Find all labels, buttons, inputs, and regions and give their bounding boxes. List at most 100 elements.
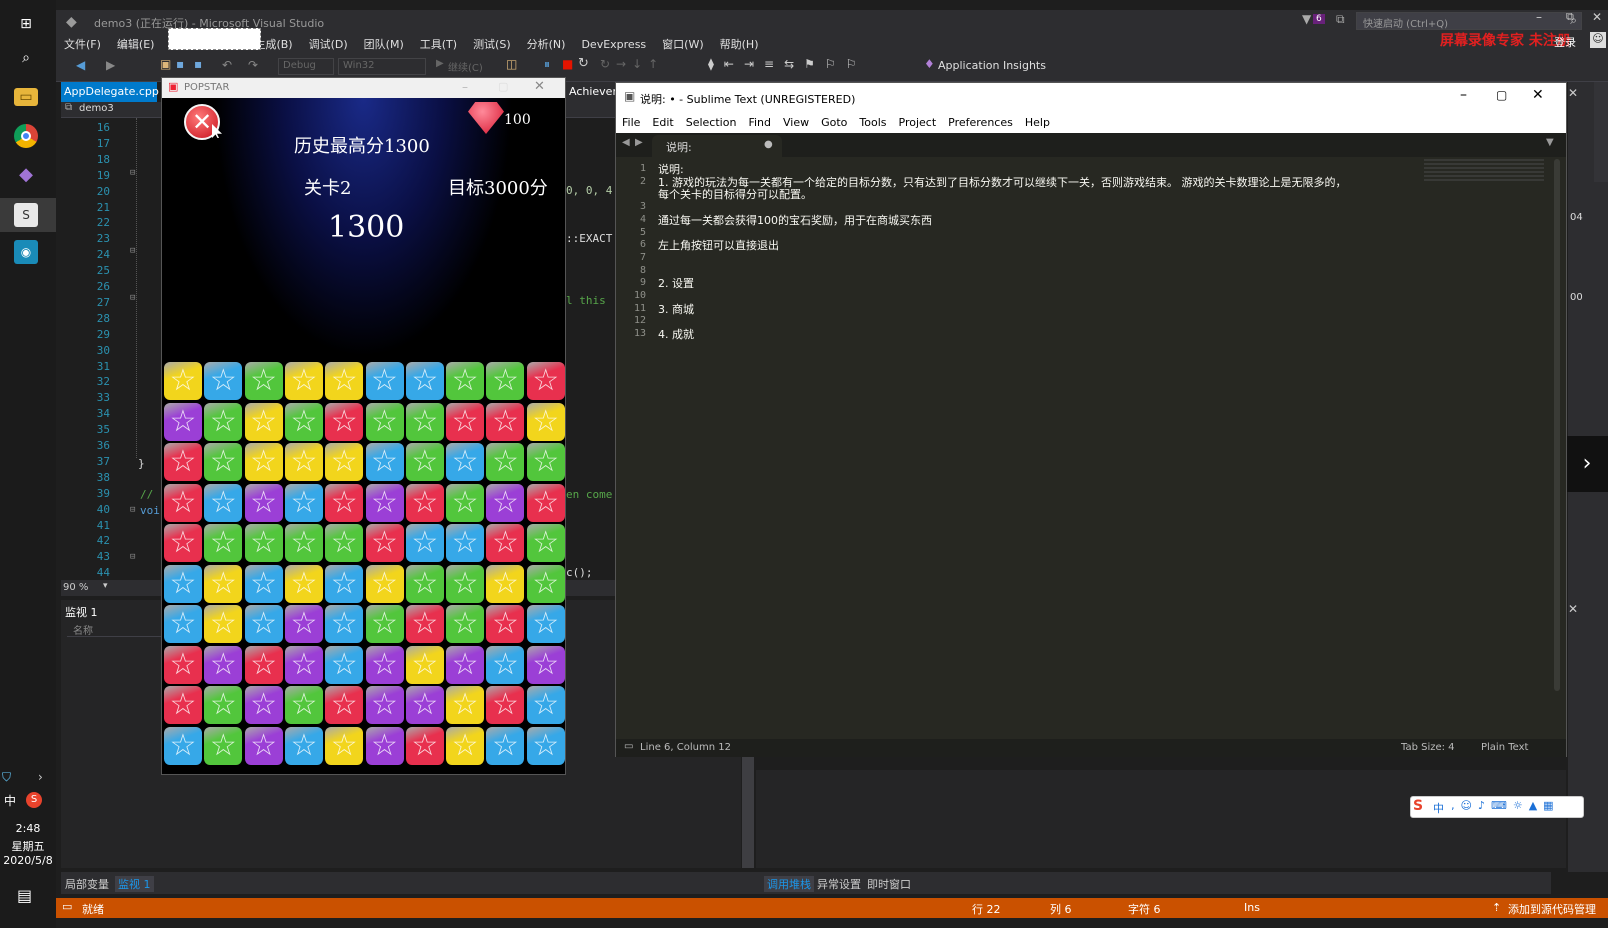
quick-launch-input[interactable]: 快速启动 (Ctrl+Q) ⌕ [1356, 12, 1582, 30]
visual-studio-icon[interactable]: ◆ [14, 162, 38, 186]
star-tile[interactable]: ☆ [526, 483, 565, 522]
menu-test[interactable]: 测试(S) [473, 36, 511, 52]
menu-edit[interactable]: Edit [652, 116, 673, 129]
star-tile[interactable]: ☆ [244, 524, 283, 562]
tab-exception-settings[interactable]: 异常设置 [817, 876, 861, 892]
star-tile[interactable]: ☆ [365, 645, 404, 684]
star-tile[interactable]: ☆ [244, 645, 283, 684]
break-all-icon[interactable]: ⏸ [544, 57, 550, 72]
menu-preferences[interactable]: Preferences [948, 116, 1013, 129]
star-tile[interactable]: ☆ [446, 726, 485, 765]
star-tile[interactable]: ☆ [325, 402, 364, 441]
add-to-source-control[interactable]: 添加到源代码管理 [1508, 901, 1596, 917]
tab-watch1[interactable]: 监视 1 [115, 876, 154, 892]
undo-icon[interactable]: ↶ [222, 58, 232, 72]
menu-analyze[interactable]: 分析(N) [527, 36, 566, 52]
minimize-icon[interactable]: – [1536, 10, 1542, 24]
star-tile[interactable]: ☆ [244, 402, 283, 441]
star-tile[interactable]: ☆ [204, 686, 243, 724]
fold-marker[interactable]: ⊟ [130, 505, 135, 515]
star-tile[interactable]: ☆ [164, 645, 202, 684]
star-tile[interactable]: ☆ [244, 362, 283, 400]
star-tile[interactable]: ☆ [526, 564, 565, 603]
star-tile[interactable]: ☆ [365, 402, 404, 441]
star-tile[interactable]: ☆ [405, 524, 444, 562]
star-tile[interactable]: ☆ [284, 726, 323, 765]
back-icon[interactable]: ◀ [76, 58, 85, 72]
application-insights-button[interactable]: Application Insights [938, 59, 1046, 72]
restart-icon[interactable]: ↻ [578, 56, 589, 71]
star-tile[interactable]: ☆ [284, 483, 323, 522]
star-tile[interactable]: ☆ [325, 564, 364, 603]
panel-close-icon-2[interactable]: ✕ [1568, 602, 1578, 616]
step-icons[interactable]: ↻→↓↑ [600, 57, 664, 71]
sublime-editor[interactable]: 1 说明: 2 1. 游戏的玩法为每一关都有一个给定的目标分数，只有达到了目标分数才可… [616, 157, 1566, 737]
platform-select[interactable]: Win32 [338, 58, 426, 75]
zoom-level[interactable]: 90 % [63, 582, 88, 593]
tab-nav-left-icon[interactable]: ◀ [622, 137, 630, 148]
continue-button[interactable]: 继续(C) [448, 59, 483, 74]
lightbulb-icon[interactable]: ♦ [924, 57, 935, 71]
tray-expand-icon[interactable]: › [38, 770, 43, 784]
star-tile[interactable]: ☆ [164, 524, 202, 562]
star-tile[interactable]: ☆ [405, 362, 444, 400]
star-tile[interactable]: ☆ [405, 483, 444, 522]
file-explorer-icon[interactable]: ▭ [14, 88, 38, 106]
menu-file[interactable]: File [622, 116, 640, 129]
star-tile[interactable]: ☆ [325, 524, 364, 562]
tab-dropdown-icon[interactable]: ▼ [1546, 137, 1554, 148]
star-tile[interactable]: ☆ [486, 362, 525, 400]
star-tile[interactable]: ☆ [405, 645, 444, 684]
star-tile[interactable]: ☆ [284, 564, 323, 603]
login-link[interactable]: 登录 [1554, 34, 1576, 50]
sogou-icon[interactable]: S [26, 792, 42, 808]
config-select[interactable]: Debug [278, 58, 334, 75]
star-tile[interactable]: ☆ [164, 362, 202, 400]
star-tile[interactable]: ☆ [325, 362, 364, 400]
star-tile[interactable]: ☆ [486, 645, 525, 684]
star-tile[interactable]: ☆ [204, 524, 243, 562]
tab-size[interactable]: Tab Size: 4 [1401, 742, 1455, 753]
unsaved-dot-icon[interactable]: ● [764, 139, 773, 150]
star-tile[interactable]: ☆ [284, 524, 323, 562]
star-tile[interactable]: ☆ [204, 443, 243, 481]
save-all-icon[interactable]: ▪ [194, 57, 202, 71]
tab-call-stack[interactable]: 调用堆栈 [764, 876, 814, 892]
star-tile[interactable]: ☆ [446, 362, 485, 400]
star-tile[interactable]: ☆ [526, 645, 565, 684]
star-tile[interactable]: ☆ [405, 686, 444, 724]
save-icon[interactable]: ▪ [176, 57, 184, 71]
star-tile[interactable]: ☆ [486, 605, 525, 643]
star-tile[interactable]: ☆ [325, 726, 364, 765]
star-tile[interactable]: ☆ [486, 402, 525, 441]
filter-icon[interactable]: ▼ [1302, 12, 1311, 26]
star-tile[interactable]: ☆ [526, 726, 565, 765]
star-tile[interactable]: ☆ [244, 686, 283, 724]
fold-marker[interactable]: ⊟ [130, 293, 135, 303]
menu-file[interactable]: 文件(F) [64, 36, 101, 52]
menu-find[interactable]: Find [748, 116, 771, 129]
star-tile[interactable]: ☆ [284, 686, 323, 724]
restore-icon[interactable]: ⧉ [1566, 10, 1574, 24]
notification-center-icon[interactable]: ▤ [17, 886, 32, 905]
star-tile[interactable]: ☆ [486, 443, 525, 481]
status-panel-icon[interactable]: ▭ [624, 741, 633, 752]
windows-start-icon[interactable]: ⊞ [14, 12, 38, 36]
menu-project[interactable]: Project [899, 116, 937, 129]
menu-goto[interactable]: Goto [821, 116, 847, 129]
star-tile[interactable]: ☆ [526, 686, 565, 724]
star-tile[interactable]: ☆ [365, 362, 404, 400]
star-tile[interactable]: ☆ [486, 483, 525, 522]
tab-locals[interactable]: 局部变量 [65, 876, 109, 892]
star-tile[interactable]: ☆ [204, 564, 243, 603]
star-tile[interactable]: ☆ [244, 564, 283, 603]
search-icon[interactable]: ⌕ [14, 46, 38, 70]
ime-toolbar[interactable]: S 中 ‚☺♪⌨☼▲▦ [1410, 796, 1584, 818]
star-tile[interactable]: ☆ [325, 483, 364, 522]
star-tile[interactable]: ☆ [325, 605, 364, 643]
fold-marker[interactable]: ⊟ [130, 168, 135, 178]
star-tile[interactable]: ☆ [325, 686, 364, 724]
menu-selection[interactable]: Selection [686, 116, 737, 129]
menu-help[interactable]: Help [1025, 116, 1050, 129]
chevron-right-icon[interactable]: › [1566, 436, 1608, 492]
